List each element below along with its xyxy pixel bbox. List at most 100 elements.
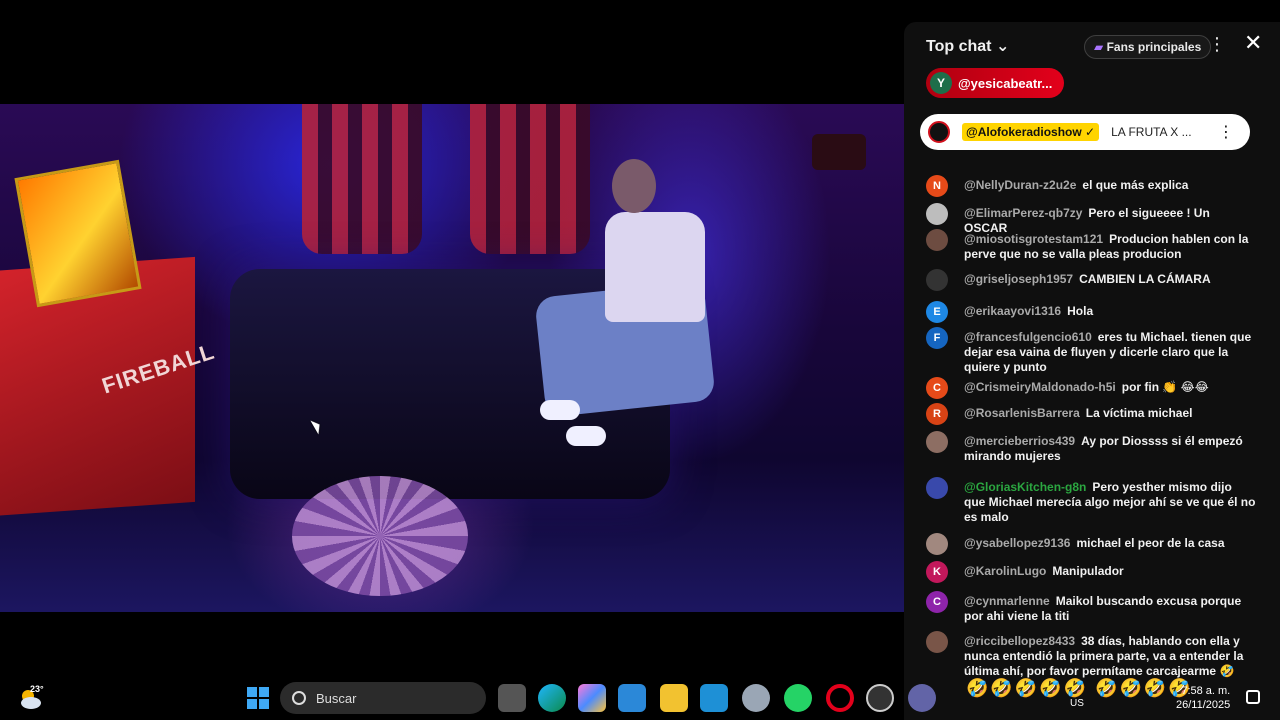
message-body: @griseljoseph1957 CAMBIEN LA CÁMARA xyxy=(964,268,1211,287)
close-icon[interactable]: ✕ xyxy=(1244,30,1262,56)
chat-message[interactable]: F @francesfulgencio610 eres tu Michael. ti… xyxy=(904,326,1280,375)
wall-panel-right xyxy=(470,104,590,254)
fans-principales-button[interactable]: ▰ Fans principales xyxy=(1084,35,1212,59)
chat-message[interactable]: @riccibellopez8433 38 días, hablando con … xyxy=(904,630,1280,679)
chat-message[interactable]: @mercieberrios439 Ay por Diossss si él em… xyxy=(904,430,1280,464)
avatar[interactable]: R xyxy=(926,403,948,425)
avatar[interactable] xyxy=(926,269,948,291)
video-player[interactable]: FIREBALL xyxy=(0,104,904,612)
fans-label: Fans principales xyxy=(1106,40,1202,54)
avatar[interactable] xyxy=(926,229,948,251)
file-explorer-icon[interactable] xyxy=(660,684,688,712)
fireball-sign xyxy=(14,159,142,308)
chevron-down-icon: ⌄ xyxy=(995,38,1010,55)
avatar[interactable]: K xyxy=(926,561,948,583)
task-view-icon[interactable] xyxy=(498,684,526,712)
message-author[interactable]: @NellyDuran-z2u2e xyxy=(964,178,1076,192)
message-author[interactable]: @erikaayovi1316 xyxy=(964,304,1061,318)
avatar[interactable]: E xyxy=(926,301,948,323)
chat-mode-dropdown[interactable]: Top chat ⌄ xyxy=(926,36,1009,56)
teams-icon[interactable] xyxy=(908,684,936,712)
avatar[interactable]: N xyxy=(926,175,948,197)
message-body: @RosarlenisBarrera La víctima michael xyxy=(964,402,1192,421)
chat-message[interactable]: @ysabellopez9136 michael el peor de la ca… xyxy=(904,532,1280,555)
chat-message[interactable]: C @CrismeiryMaldonado-h5i por fin 👏 😂😂 xyxy=(904,376,1280,399)
avatar[interactable] xyxy=(926,431,948,453)
message-body: @cynmarlenne Maikol buscando excusa porqu… xyxy=(964,590,1256,624)
message-author[interactable]: @ysabellopez9136 xyxy=(964,536,1070,550)
whatsapp-icon[interactable] xyxy=(784,684,812,712)
camera-icon xyxy=(812,134,866,170)
language-indicator[interactable]: US xyxy=(1070,698,1084,709)
message-body: @NellyDuran-z2u2e el que más explica xyxy=(964,174,1188,193)
message-author[interactable]: @miosotisgrotestam121 xyxy=(964,232,1103,246)
chat-message[interactable]: N @NellyDuran-z2u2e el que más explica xyxy=(904,174,1280,197)
message-body: @miosotisgrotestam121 Producion hablen co… xyxy=(964,228,1256,262)
crown-icon: ▰ xyxy=(1094,40,1104,54)
message-body: @ysabellopez9136 michael el peor de la ca… xyxy=(964,532,1225,551)
message-body: @GloriasKitchen-g8n Pero yesther mismo di… xyxy=(964,476,1256,525)
temperature: 23° xyxy=(30,684,44,694)
search-placeholder: Buscar xyxy=(316,690,357,706)
settings-gear-icon[interactable] xyxy=(742,684,770,712)
windows-taskbar: 23° Buscar xyxy=(0,676,904,720)
avatar[interactable] xyxy=(926,203,948,225)
avatar xyxy=(928,121,950,143)
chat-mode-label: Top chat xyxy=(926,38,992,55)
message-author[interactable]: @francesfulgencio610 xyxy=(964,330,1092,344)
copilot-icon[interactable] xyxy=(578,684,606,712)
notification-icon[interactable] xyxy=(1246,690,1260,704)
message-author[interactable]: @riccibellopez8433 xyxy=(964,634,1075,648)
message-author[interactable]: @RosarlenisBarrera xyxy=(964,406,1080,420)
windows-start-icon[interactable] xyxy=(244,684,272,712)
message-body: @mercieberrios439 Ay por Diossss si él em… xyxy=(964,430,1256,464)
avatar[interactable] xyxy=(926,631,948,653)
round-table xyxy=(292,476,468,596)
ticker-author: @yesicabeatr... xyxy=(958,75,1053,91)
message-text: CAMBIEN LA CÁMARA xyxy=(1079,272,1211,286)
more-options-icon[interactable]: ⋮ xyxy=(1208,34,1226,55)
store-icon[interactable] xyxy=(618,684,646,712)
message-author[interactable]: @cynmarlenne xyxy=(964,594,1050,608)
chat-message[interactable]: @griseljoseph1957 CAMBIEN LA CÁMARA xyxy=(904,268,1280,291)
message-author[interactable]: @GloriasKitchen-g8n xyxy=(964,480,1086,494)
message-author[interactable]: @griseljoseph1957 xyxy=(964,272,1073,286)
emoji-reaction-row: 🤣🤣🤣🤣🤣 🤣🤣🤣🤣 xyxy=(966,678,1193,698)
chat-message[interactable]: E @erikaayovi1316 Hola xyxy=(904,300,1280,323)
chat-message[interactable]: @GloriasKitchen-g8n Pero yesther mismo di… xyxy=(904,476,1280,525)
avatar[interactable]: F xyxy=(926,327,948,349)
system-clock[interactable]: 7:58 a. m. 26/11/2025 xyxy=(1176,684,1230,712)
message-author[interactable]: @CrismeiryMaldonado-h5i xyxy=(964,380,1116,394)
chat-message[interactable]: K @KarolinLugo Manipulador xyxy=(904,560,1280,583)
message-body: @francesfulgencio610 eres tu Michael. tie… xyxy=(964,326,1256,375)
search-icon xyxy=(292,691,306,705)
message-body: @CrismeiryMaldonado-h5i por fin 👏 😂😂 xyxy=(964,376,1209,395)
message-body: @erikaayovi1316 Hola xyxy=(964,300,1093,319)
more-options-icon[interactable]: ⋮ xyxy=(1218,122,1234,142)
super-chat-ticker[interactable]: Y @yesicabeatr... xyxy=(926,68,1065,98)
chat-message[interactable]: @miosotisgrotestam121 Producion hablen co… xyxy=(904,228,1280,262)
message-text: Manipulador xyxy=(1052,564,1124,578)
avatar[interactable]: C xyxy=(926,377,948,399)
chat-header: Top chat ⌄ ▰ Fans principales ⋮ ✕ xyxy=(904,22,1280,66)
avatar[interactable] xyxy=(926,477,948,499)
obs-icon[interactable] xyxy=(866,684,894,712)
pinned-message[interactable]: @Alofokeradioshow ✓ LA FRUTA X ... ⋮ xyxy=(920,114,1250,150)
message-author[interactable]: @KarolinLugo xyxy=(964,564,1046,578)
message-text: el que más explica xyxy=(1082,178,1189,192)
message-author[interactable]: @ElimarPerez-qb7zy xyxy=(964,206,1082,220)
avatar[interactable]: C xyxy=(926,591,948,613)
chat-message[interactable]: R @RosarlenisBarrera La víctima michael xyxy=(904,402,1280,425)
edge-icon[interactable] xyxy=(538,684,566,712)
search-bar[interactable]: Buscar xyxy=(280,682,486,714)
opera-icon[interactable] xyxy=(826,684,854,712)
avatar: Y xyxy=(930,72,952,94)
shoe xyxy=(540,400,580,420)
avatar[interactable] xyxy=(926,533,948,555)
message-body: @riccibellopez8433 38 días, hablando con … xyxy=(964,630,1256,679)
message-author[interactable]: @mercieberrios439 xyxy=(964,434,1075,448)
chat-message[interactable]: C @cynmarlenne Maikol buscando excusa porq… xyxy=(904,590,1280,624)
app-icon[interactable] xyxy=(700,684,728,712)
message-text: michael el peor de la casa xyxy=(1076,536,1225,550)
live-chat-panel: Top chat ⌄ ▰ Fans principales ⋮ ✕ Y @yes… xyxy=(904,22,1280,720)
